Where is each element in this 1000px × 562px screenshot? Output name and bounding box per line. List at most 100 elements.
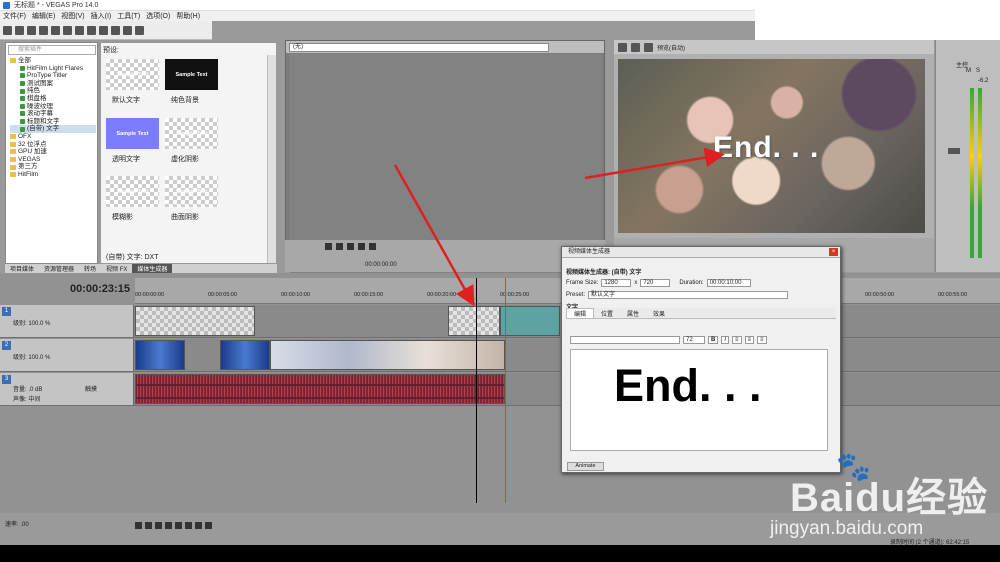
tree-item[interactable]: 纯色 xyxy=(10,87,96,95)
menu-insert[interactable]: 插入(I) xyxy=(91,11,112,21)
tree-item[interactable]: 测试图案 xyxy=(10,80,96,88)
tree-item[interactable]: (自带) 文字 xyxy=(10,125,96,133)
tree-item[interactable]: HitFilm xyxy=(10,171,96,179)
ruler-tick: 00:00:10:00 xyxy=(281,292,311,298)
video-clip[interactable] xyxy=(135,340,185,370)
record-icon[interactable] xyxy=(135,521,142,529)
undo-icon[interactable] xyxy=(99,25,108,35)
video-clip[interactable] xyxy=(220,340,270,370)
playhead-cursor[interactable] xyxy=(476,278,477,503)
audio-clip[interactable] xyxy=(135,374,505,404)
stop-icon[interactable] xyxy=(347,243,354,250)
preset-thumbnail[interactable]: Sample Text xyxy=(165,59,218,90)
font-size-select[interactable]: 72 xyxy=(683,335,705,344)
next-frame-icon[interactable] xyxy=(369,243,376,250)
frame-height-input[interactable]: 720 xyxy=(640,279,671,287)
edit-tool-icon[interactable] xyxy=(123,25,132,35)
pause-icon[interactable] xyxy=(175,521,182,529)
tab-position[interactable]: 位置 xyxy=(594,309,620,318)
tree-item[interactable]: ProType Titler xyxy=(10,72,96,80)
tab-transitions[interactable]: 转场 xyxy=(79,264,101,273)
tree-item[interactable]: 滚动字幕 xyxy=(10,110,96,118)
preset-thumbnail[interactable]: Sample Text xyxy=(165,176,218,207)
close-icon[interactable]: × xyxy=(829,248,838,256)
play-from-start-icon[interactable] xyxy=(155,521,162,529)
tab-project-media[interactable]: 项目媒体 xyxy=(5,264,39,273)
tree-item[interactable]: OFX xyxy=(10,133,96,141)
frame-width-input[interactable]: 1280 xyxy=(601,279,632,287)
font-select[interactable] xyxy=(570,335,680,344)
align-right-icon[interactable]: ≡ xyxy=(757,335,767,344)
automation-mode[interactable]: 触摸 xyxy=(85,384,97,393)
tab-explorer[interactable]: 资源管理器 xyxy=(39,264,79,273)
menu-options[interactable]: 选项(O) xyxy=(146,11,170,21)
paste-icon[interactable] xyxy=(87,25,96,35)
help-icon[interactable] xyxy=(135,25,144,35)
properties-icon[interactable] xyxy=(51,25,60,35)
tree-item[interactable]: 棋盘格 xyxy=(10,95,96,103)
tree-item[interactable]: 第三方 xyxy=(10,163,96,171)
preset-thumbnail[interactable]: Sample Text xyxy=(106,176,159,207)
tab-video-fx[interactable]: 视频 FX xyxy=(101,264,132,273)
tab-media-generators[interactable]: 媒体生成器 xyxy=(132,264,173,273)
text-clip[interactable] xyxy=(448,306,500,336)
video-clip[interactable] xyxy=(270,340,505,370)
plugin-icon xyxy=(20,119,25,125)
go-to-end-icon[interactable] xyxy=(205,521,212,529)
copy-icon[interactable] xyxy=(75,25,84,35)
menu-help[interactable]: 帮助(H) xyxy=(176,11,200,21)
tree-item[interactable]: 全部 xyxy=(10,57,96,65)
open-icon[interactable] xyxy=(15,25,24,35)
tree-item[interactable]: HitFilm Light Flares xyxy=(10,65,96,73)
menu-file[interactable]: 文件(F) xyxy=(3,11,26,21)
loop-icon[interactable] xyxy=(145,521,152,529)
bold-button[interactable]: B xyxy=(708,335,719,344)
master-fader[interactable] xyxy=(948,148,960,154)
italic-button[interactable]: I xyxy=(721,335,730,344)
tree-item[interactable]: 噪波纹理 xyxy=(10,103,96,111)
duration-input[interactable]: 00:00:10:00 xyxy=(706,279,751,287)
transparent-clip[interactable] xyxy=(135,306,255,336)
align-left-icon[interactable]: ≡ xyxy=(732,335,742,344)
text-clip-selected[interactable] xyxy=(500,306,560,336)
pause-icon[interactable] xyxy=(336,243,343,250)
cut-icon[interactable] xyxy=(63,25,72,35)
preset-select[interactable]: 默认文字 xyxy=(588,291,789,299)
tab-properties[interactable]: 属性 xyxy=(620,309,646,318)
menu-view[interactable]: 视图(V) xyxy=(61,11,84,21)
blank-area xyxy=(755,0,1000,40)
presets-scrollbar[interactable] xyxy=(267,55,276,263)
tab-edit[interactable]: 编辑 xyxy=(566,308,595,318)
gear-icon[interactable] xyxy=(618,42,627,52)
preset-thumbnail[interactable]: Sample Text xyxy=(165,118,218,149)
play-icon[interactable] xyxy=(165,521,172,529)
render-icon[interactable] xyxy=(39,25,48,35)
prev-frame-icon[interactable] xyxy=(358,243,365,250)
align-center-icon[interactable]: ≡ xyxy=(744,335,755,344)
go-to-start-icon[interactable] xyxy=(195,521,202,529)
stop-icon[interactable] xyxy=(185,521,192,529)
plugin-search-input[interactable]: 搜索插件 xyxy=(8,45,96,55)
animate-button[interactable]: Animate xyxy=(567,462,604,471)
text-editor[interactable]: End. . . xyxy=(570,349,828,451)
preview-quality[interactable]: 预览(自动) xyxy=(657,43,685,52)
mute-button[interactable]: M xyxy=(966,68,971,74)
play-icon[interactable] xyxy=(325,243,332,250)
solo-button[interactable]: S xyxy=(976,68,980,74)
plugin-icon xyxy=(20,65,25,71)
menu-edit[interactable]: 编辑(E) xyxy=(32,11,55,21)
overlay-icon[interactable] xyxy=(644,42,653,52)
new-icon[interactable] xyxy=(3,25,12,35)
menu-tools[interactable]: 工具(T) xyxy=(117,11,140,21)
tab-effects[interactable]: 效果 xyxy=(646,309,672,318)
preset-thumbnail[interactable]: Sample Text xyxy=(106,118,159,149)
redo-icon[interactable] xyxy=(111,25,120,35)
preset-thumbnail[interactable]: Sample Text xyxy=(106,59,159,90)
tree-item[interactable]: GPU 加速 xyxy=(10,148,96,156)
split-screen-icon[interactable] xyxy=(631,42,640,52)
trimmer-media-select[interactable]: (无) xyxy=(289,42,549,52)
track-header-2: 2 级别: 100.0 % xyxy=(0,339,134,371)
rate-label: 速率: .00 xyxy=(5,522,29,528)
save-icon[interactable] xyxy=(27,25,36,35)
tree-item[interactable]: 32 位浮点 xyxy=(10,141,96,149)
